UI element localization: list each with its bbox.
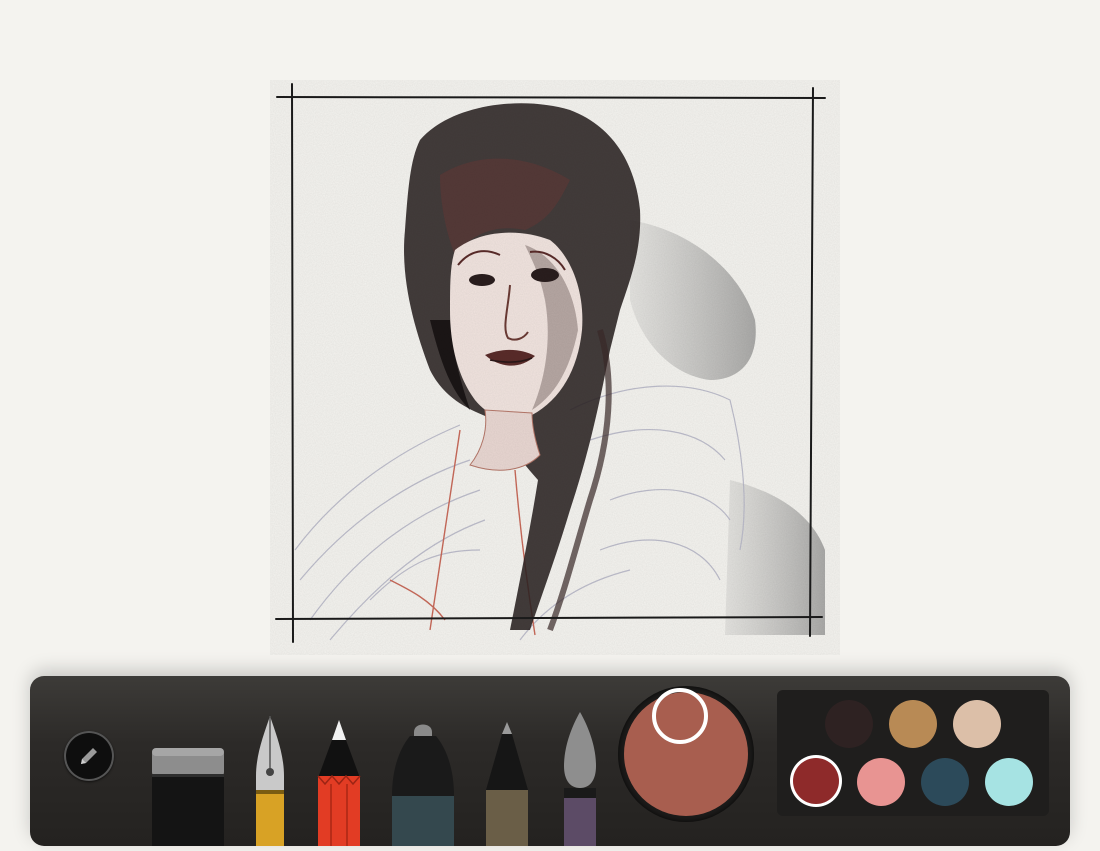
fountain-pen-icon [256,716,284,846]
eraser-icon [152,748,224,846]
fountain-pen-tool[interactable] [252,714,288,846]
color-mixer[interactable] [618,686,754,822]
pencil-icon [81,748,97,764]
swatch-pink[interactable] [857,758,905,806]
swatch-skin[interactable] [953,700,1001,748]
swatch-dark-red[interactable] [793,758,839,804]
swatch-tan[interactable] [889,700,937,748]
watercolor-brush-icon [564,712,596,846]
tool-tray [30,676,1070,846]
pen-icon [486,722,528,846]
pencil-icon [317,720,361,846]
marker-tool[interactable] [388,718,458,846]
pencil-tool[interactable] [316,718,362,846]
brush-tool[interactable] [560,710,600,846]
drawing-canvas[interactable] [0,0,1100,660]
color-palette [777,690,1049,816]
pen-tool[interactable] [484,720,530,846]
swatch-light-cyan[interactable] [985,758,1033,806]
draw-mode-button[interactable] [64,731,114,781]
paper-grain [270,80,840,655]
eraser-tool[interactable] [150,744,226,846]
marker-icon [392,724,454,846]
swatch-slate-blue[interactable] [921,758,969,806]
portrait-sketch [270,80,840,655]
color-picker-ring[interactable] [652,688,708,744]
swatch-dark-brown[interactable] [825,700,873,748]
